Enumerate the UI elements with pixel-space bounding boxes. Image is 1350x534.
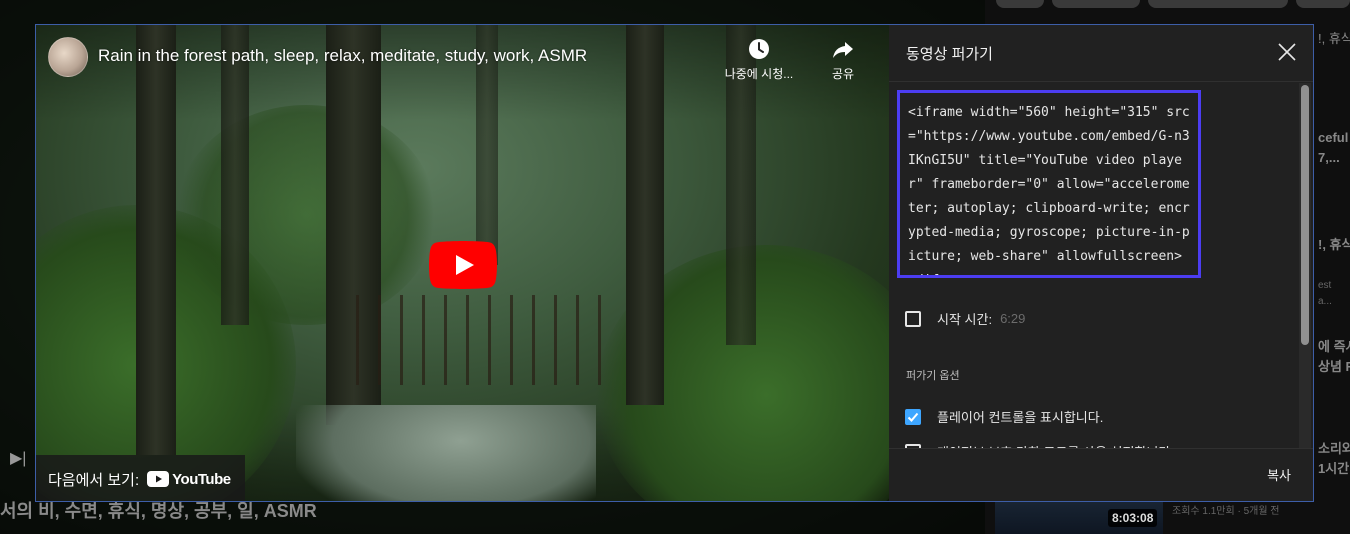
recommended-title-fragment: 7,... <box>1318 150 1340 165</box>
recommended-title-fragment: 상념 Ra <box>1318 359 1350 374</box>
close-button[interactable] <box>1275 40 1299 64</box>
embed-player-preview[interactable]: Rain in the forest path, sleep, relax, m… <box>36 25 889 501</box>
share-button[interactable]: 공유 <box>803 37 883 82</box>
start-time-input[interactable]: 6:29 <box>1000 311 1025 326</box>
clock-icon <box>749 39 769 59</box>
watch-later-label: 나중에 시청... <box>724 67 794 81</box>
recommended-meta-fragment: est <box>1318 280 1332 291</box>
recommended-title-fragment: !, 휴식, <box>1318 31 1350 46</box>
copy-button[interactable]: 복사 <box>1267 465 1291 484</box>
skip-next-icon: ▶| <box>10 450 27 467</box>
start-time-label: 시작 시간: <box>937 312 993 327</box>
share-arrow-icon <box>833 42 853 58</box>
start-time-row: 시작 시간: 6:29 <box>905 309 1025 328</box>
forest-path <box>296 405 596 501</box>
panel-scrollbar[interactable] <box>1299 83 1311 449</box>
close-icon <box>1278 43 1296 61</box>
watch-on-youtube-link[interactable]: 다음에서 보기: YouTube <box>36 455 245 501</box>
thumbnail-duration: 8:03:08 <box>1108 509 1158 527</box>
youtube-logo: YouTube <box>147 470 231 488</box>
checkmark-icon <box>907 412 919 422</box>
channel-avatar[interactable] <box>48 37 88 77</box>
video-title[interactable]: Rain in the forest path, sleep, relax, m… <box>98 46 587 66</box>
share-label: 공유 <box>831 67 855 81</box>
scrollbar-thumb[interactable] <box>1301 85 1309 345</box>
show-controls-label: 플레이어 컨트롤을 표시합니다. <box>937 410 1104 425</box>
filter-chip[interactable] <box>1296 0 1350 8</box>
panel-title: 동영상 퍼가기 <box>906 46 993 63</box>
recommended-title-fragment: 1시간 ... <box>1318 461 1350 476</box>
thumbnail-meta: 조회수 1.1만회 · 5개월 전 <box>1172 506 1280 517</box>
panel-footer: 복사 <box>889 448 1313 501</box>
filter-chip[interactable] <box>1052 0 1140 8</box>
embed-code-textarea[interactable]: <iframe width="560" height="315" src="ht… <box>897 90 1201 278</box>
play-icon <box>429 241 497 289</box>
recommended-title-fragment: 에 즉시 <box>1318 339 1350 354</box>
start-time-checkbox[interactable] <box>905 310 921 327</box>
show-controls-checkbox[interactable] <box>905 408 921 425</box>
embed-dialog: Rain in the forest path, sleep, relax, m… <box>35 24 1314 502</box>
embed-options-panel: 동영상 퍼가기 <iframe width="560" height="315"… <box>889 25 1313 501</box>
youtube-logo-icon <box>147 471 170 487</box>
filter-chip[interactable] <box>1148 0 1288 8</box>
youtube-logo-text: YouTube <box>172 470 231 488</box>
filter-chip[interactable] <box>996 0 1044 8</box>
show-controls-row: 플레이어 컨트롤을 표시합니다. <box>905 407 1103 426</box>
fence <box>356 295 616 385</box>
recommended-title-fragment: 소리와 <box>1318 441 1350 456</box>
recommended-meta-fragment: a... <box>1318 296 1332 307</box>
play-button[interactable] <box>429 241 497 289</box>
recommended-title-fragment: !, 휴식, <box>1318 237 1350 252</box>
watch-later-button[interactable]: 나중에 시청... <box>719 37 799 82</box>
embed-options-heading: 퍼가기 옵션 <box>906 370 960 382</box>
watch-on-label: 다음에서 보기: <box>48 471 140 489</box>
recommended-title-fragment: ceful <box>1318 130 1349 145</box>
panel-header: 동영상 퍼가기 <box>889 25 1313 82</box>
